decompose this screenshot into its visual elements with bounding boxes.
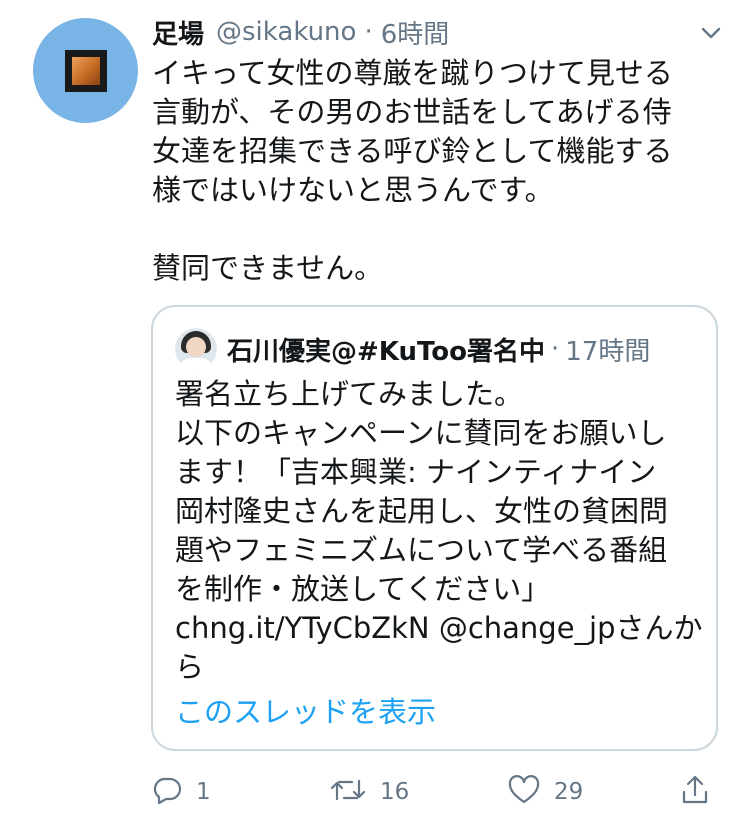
display-name[interactable]: 足場 (152, 14, 204, 51)
share-icon (680, 774, 710, 810)
tweet-timestamp[interactable]: 6時間 (381, 14, 450, 51)
show-thread-link[interactable]: このスレッドを表示 (175, 689, 436, 731)
quoted-timestamp: 17時間 (565, 336, 651, 367)
tweet-header: 足場 @sikakuno · 6時間 (152, 12, 730, 52)
quoted-tweet-header: 石川優実@#KuToo署名中 · 17時間 (175, 327, 702, 371)
avatar[interactable] (33, 18, 138, 123)
share-button[interactable] (680, 770, 710, 814)
reply-icon (152, 775, 182, 809)
quoted-display-name: 石川優実@#KuToo署名中 (227, 336, 545, 367)
retweet-count: 16 (380, 779, 410, 805)
quoted-tweet-text: 署名立ち上げてみました。 以下のキャンペーンに賛同をお願いし ます！「吉本興業:… (175, 377, 703, 684)
user-handle[interactable]: @sikakuno (216, 17, 356, 47)
reply-button[interactable]: 1 (152, 770, 211, 814)
chevron-down-icon[interactable] (700, 22, 722, 44)
like-button[interactable]: 29 (508, 770, 583, 814)
quoted-tweet[interactable]: 石川優実@#KuToo署名中 · 17時間 署名立ち上げてみました。 以下のキャ… (151, 305, 718, 751)
avatar-image (64, 49, 107, 92)
heart-icon (508, 775, 540, 809)
retweet-icon (330, 775, 366, 809)
tweet-text: イキって女性の尊厳を蹴りつけて見せる 言動が、その男のお世話をしてあげる侍 女達… (152, 56, 673, 285)
separator-dot: · (551, 334, 560, 364)
tweet-actions: 1 16 29 (150, 770, 720, 814)
retweet-button[interactable]: 16 (330, 770, 409, 814)
like-count: 29 (554, 779, 584, 805)
separator-dot: · (364, 17, 373, 47)
quoted-avatar (175, 328, 217, 370)
reply-count: 1 (196, 779, 211, 805)
